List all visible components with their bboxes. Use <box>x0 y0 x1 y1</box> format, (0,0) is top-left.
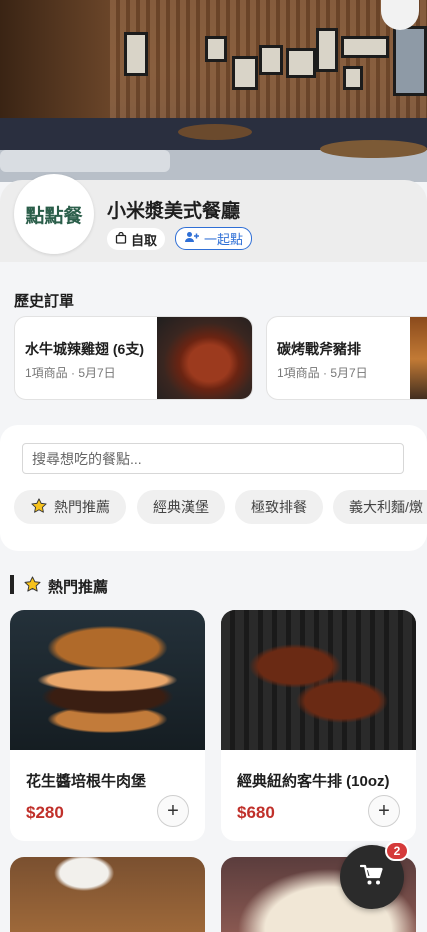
pork-chop-thumbnail <box>410 317 427 399</box>
plus-icon: + <box>378 799 390 822</box>
burger-photo <box>10 610 205 750</box>
product-card[interactable]: 花生醬培根牛肉堡 $280 + <box>10 610 205 841</box>
restaurant-name: 小米漿美式餐廳 <box>107 201 241 222</box>
product-card[interactable]: 經典紐約客牛排 (10oz) $680 + <box>221 610 416 841</box>
history-order-card[interactable]: 碳烤戰斧豬排 1項商品 · 5月7日 <box>266 316 427 400</box>
category-label: 義大利麵/燉 <box>349 499 423 515</box>
star-icon <box>23 575 42 599</box>
add-to-cart-button[interactable]: + <box>157 795 189 827</box>
restaurant-logo: 點點餐 <box>14 174 94 254</box>
product-name: 花生醬培根牛肉堡 <box>26 773 147 790</box>
history-order-name: 水牛城辣雞翅 (6支) <box>25 341 144 357</box>
featured-title: 熱門推薦 <box>48 579 109 596</box>
add-to-cart-button[interactable]: + <box>368 795 400 827</box>
product-name: 經典紐約客牛排 (10oz) <box>237 773 390 790</box>
category-label: 熱門推薦 <box>54 499 110 515</box>
takeout-label: 自取 <box>131 232 158 248</box>
cart-count-badge: 2 <box>385 841 409 861</box>
category-tab-pasta[interactable]: 義大利麵/燉 <box>333 490 427 524</box>
category-tab-popular[interactable]: 熱門推薦 <box>14 490 126 524</box>
cart-icon <box>359 864 384 891</box>
category-tab-burgers[interactable]: 經典漢堡 <box>137 490 225 524</box>
add-user-icon <box>184 231 200 246</box>
restaurant-cover-photo <box>0 0 427 182</box>
history-order-card[interactable]: 水牛城辣雞翅 (6支) 1項商品 · 5月7日 <box>14 316 253 400</box>
category-label: 極致排餐 <box>251 499 307 515</box>
history-title: 歷史訂單 <box>14 293 75 310</box>
plus-icon: + <box>167 799 179 822</box>
history-order-meta: 1項商品 · 5月7日 <box>25 366 116 380</box>
product-card-partial[interactable] <box>10 857 205 932</box>
category-tab-steaks[interactable]: 極致排餐 <box>235 490 323 524</box>
search-input[interactable] <box>22 443 404 474</box>
group-order-label: 一起點 <box>204 232 244 247</box>
chicken-wings-thumbnail <box>157 317 252 399</box>
takeout-badge[interactable]: 自取 <box>107 228 166 250</box>
bag-icon <box>115 231 127 247</box>
product-price: $680 <box>237 803 275 822</box>
star-icon <box>30 497 48 518</box>
logo-text: 點點餐 <box>25 204 83 227</box>
steak-photo <box>221 610 416 750</box>
history-order-meta: 1項商品 · 5月7日 <box>277 366 368 380</box>
history-order-name: 碳烤戰斧豬排 <box>277 341 361 357</box>
category-label: 經典漢堡 <box>153 499 209 515</box>
section-marker <box>10 575 14 594</box>
product-price: $280 <box>26 803 64 822</box>
group-order-button[interactable]: 一起點 <box>175 227 253 250</box>
